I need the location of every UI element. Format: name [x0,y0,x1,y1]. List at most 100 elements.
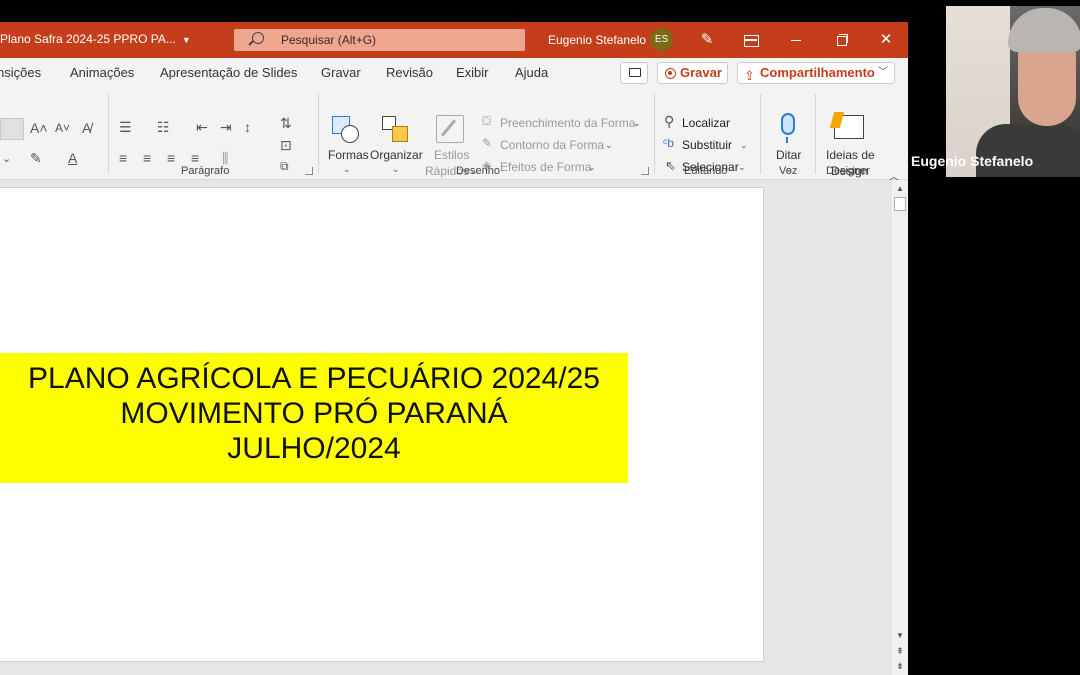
search-icon [252,32,264,44]
vertical-scrollbar[interactable]: ▲ ▼ ⇞ ⇟ [892,180,908,675]
font-size-box[interactable] [0,118,24,140]
minimize-icon[interactable] [786,30,806,50]
clear-format-icon[interactable]: A̸ [82,120,91,136]
replace-button[interactable]: Substituir [682,138,732,152]
close-icon[interactable]: ✕ [876,30,896,50]
quick-styles-label-1[interactable]: Estilos [434,148,469,162]
chevron-down-icon[interactable]: ⌄ [343,164,351,175]
quick-styles-icon[interactable] [436,115,464,143]
search-icon: ⚲ [664,113,675,129]
title-line-3: JULHO/2024 [227,432,401,465]
justify-icon[interactable]: ≡ [191,150,199,166]
shape-outline-button[interactable]: Contorno da Forma [500,138,604,152]
slide-editing-area: PLANO AGRÍCOLA E PECUÁRIO 2024/25 MOVIME… [0,180,908,675]
divider [815,94,816,174]
avatar[interactable]: ES [650,28,673,51]
smartart-icon[interactable]: ⧉ [280,159,289,174]
chevron-down-icon[interactable]: ⌄ [605,140,613,151]
chevron-down-icon[interactable]: ⌄ [738,162,746,173]
scroll-down-icon[interactable]: ▼ [892,629,908,643]
microphone-icon[interactable] [781,113,795,143]
account-name[interactable]: Eugenio Stefanelo [548,33,646,47]
find-button[interactable]: Localizar [682,116,730,130]
chevron-down-icon[interactable]: ▼ [182,35,191,45]
voice-group-label: Voz [779,165,798,177]
share-button[interactable]: ⇪ Compartilhamento ﹀ [737,62,895,84]
participant-hair [1008,8,1080,52]
shape-fill-button[interactable]: Preenchimento da Forma [500,116,635,130]
editing-group-label: Editando [684,165,728,177]
text-direction-icon[interactable]: ⇅ [280,115,292,132]
scroll-up-icon[interactable]: ▲ [892,182,908,196]
replace-icon: ᶜb [663,136,674,150]
restore-icon[interactable] [831,30,851,50]
document-title[interactable]: Plano Safra 2024-25 PPRO PA... ▼ [0,32,191,46]
design-ideas-label-1[interactable]: Ideias de [826,148,875,162]
drawing-group-label: Desenho [456,165,501,177]
participant-name: Eugenio Stefanelo [911,153,1034,169]
outline-pen-icon: ✎ [482,136,493,150]
search-box[interactable]: Pesquisar (Alt+G) [234,29,525,51]
shapes-button[interactable]: Formas [328,148,369,162]
increase-indent-icon[interactable]: ⇥ [220,119,232,136]
pen-icon[interactable]: ✎ [697,30,717,50]
scrollbar-thumb[interactable] [894,197,906,211]
ribbon-tabs: Transições Animações Apresentação de Sli… [0,58,908,88]
chevron-down-icon[interactable]: ⌄ [2,152,11,165]
search-placeholder: Pesquisar (Alt+G) [281,33,377,47]
next-slide-icon[interactable]: ⇟ [892,661,908,672]
chevron-down-icon[interactable]: ⌄ [740,140,748,151]
align-left-icon[interactable]: ≡ [119,150,127,166]
title-line-1: PLANO AGRÍCOLA E PECUÁRIO 2024/25 [28,362,600,395]
paragraph-group-label: Parágrafo [181,165,230,177]
design-ideas-icon[interactable] [834,115,864,139]
arrange-icon[interactable] [382,116,410,144]
bullets-icon[interactable]: ☰ [119,119,132,136]
chevron-down-icon[interactable]: ﹀ [878,63,888,83]
align-text-icon[interactable]: ⊡ [280,137,292,154]
arrange-button[interactable]: Organizar [370,148,423,162]
align-center-icon[interactable]: ≡ [143,150,151,166]
shrink-font-icon[interactable]: A˅ [55,121,70,135]
ribbon: A˄ A˅ A̸ ⌄ ✎ A ☰ ☷ ⇤ ⇥ ↕ ⇅ ⊡ ⧉ ≡ ≡ ≡ ≡ ⫼… [0,88,908,183]
previous-slide-icon[interactable]: ⇞ [892,646,908,657]
ribbon-display-options-icon[interactable] [741,30,761,50]
line-spacing-icon[interactable]: ↕ [244,119,251,135]
chevron-down-icon[interactable]: ⌄ [633,118,641,129]
decrease-indent-icon[interactable]: ⇤ [196,119,208,136]
record-icon [665,68,676,79]
tab-slide-show[interactable]: Apresentação de Slides [160,65,297,80]
divider [108,94,109,174]
share-icon: ⇪ [744,68,755,83]
chevron-down-icon[interactable]: ⌄ [392,164,400,175]
divider [318,94,319,174]
tab-review[interactable]: Revisão [386,65,433,80]
numbering-icon[interactable]: ☷ [157,119,170,136]
tab-animations[interactable]: Animações [70,65,134,80]
tab-view[interactable]: Exibir [456,65,489,80]
dictate-button[interactable]: Ditar [776,148,801,162]
grow-font-icon[interactable]: A˄ [30,120,48,136]
drawing-launcher-icon[interactable] [641,167,649,175]
title-bar: Plano Safra 2024-25 PPRO PA... ▼ Pesquisa… [0,22,908,58]
slide-canvas[interactable]: PLANO AGRÍCOLA E PECUÁRIO 2024/25 MOVIME… [0,187,764,662]
font-color-icon[interactable]: A [68,150,77,166]
record-button[interactable]: Gravar [657,62,728,84]
paragraph-launcher-icon[interactable] [305,167,313,175]
shape-effects-button[interactable]: Efeitos de Forma [500,160,591,174]
chevron-down-icon[interactable]: ⌄ [588,162,596,173]
comments-button[interactable] [620,62,648,84]
title-placeholder[interactable]: PLANO AGRÍCOLA E PECUÁRIO 2024/25 MOVIME… [0,353,628,483]
shapes-icon[interactable] [332,116,362,144]
document-title-text: Plano Safra 2024-25 PPRO PA... [0,32,176,46]
highlight-icon[interactable]: ✎ [30,150,42,167]
paint-bucket-icon: ⛋ [482,114,492,128]
cursor-icon: ⇖ [665,158,676,173]
title-line-2: MOVIMENTO PRÓ PARANÁ [120,397,508,430]
tab-help[interactable]: Ajuda [515,65,548,80]
record-label: Gravar [680,65,722,80]
tab-record[interactable]: Gravar [321,65,361,80]
align-right-icon[interactable]: ≡ [167,150,175,166]
tab-transitions[interactable]: Transições [0,65,41,80]
participant-video [946,6,1080,177]
